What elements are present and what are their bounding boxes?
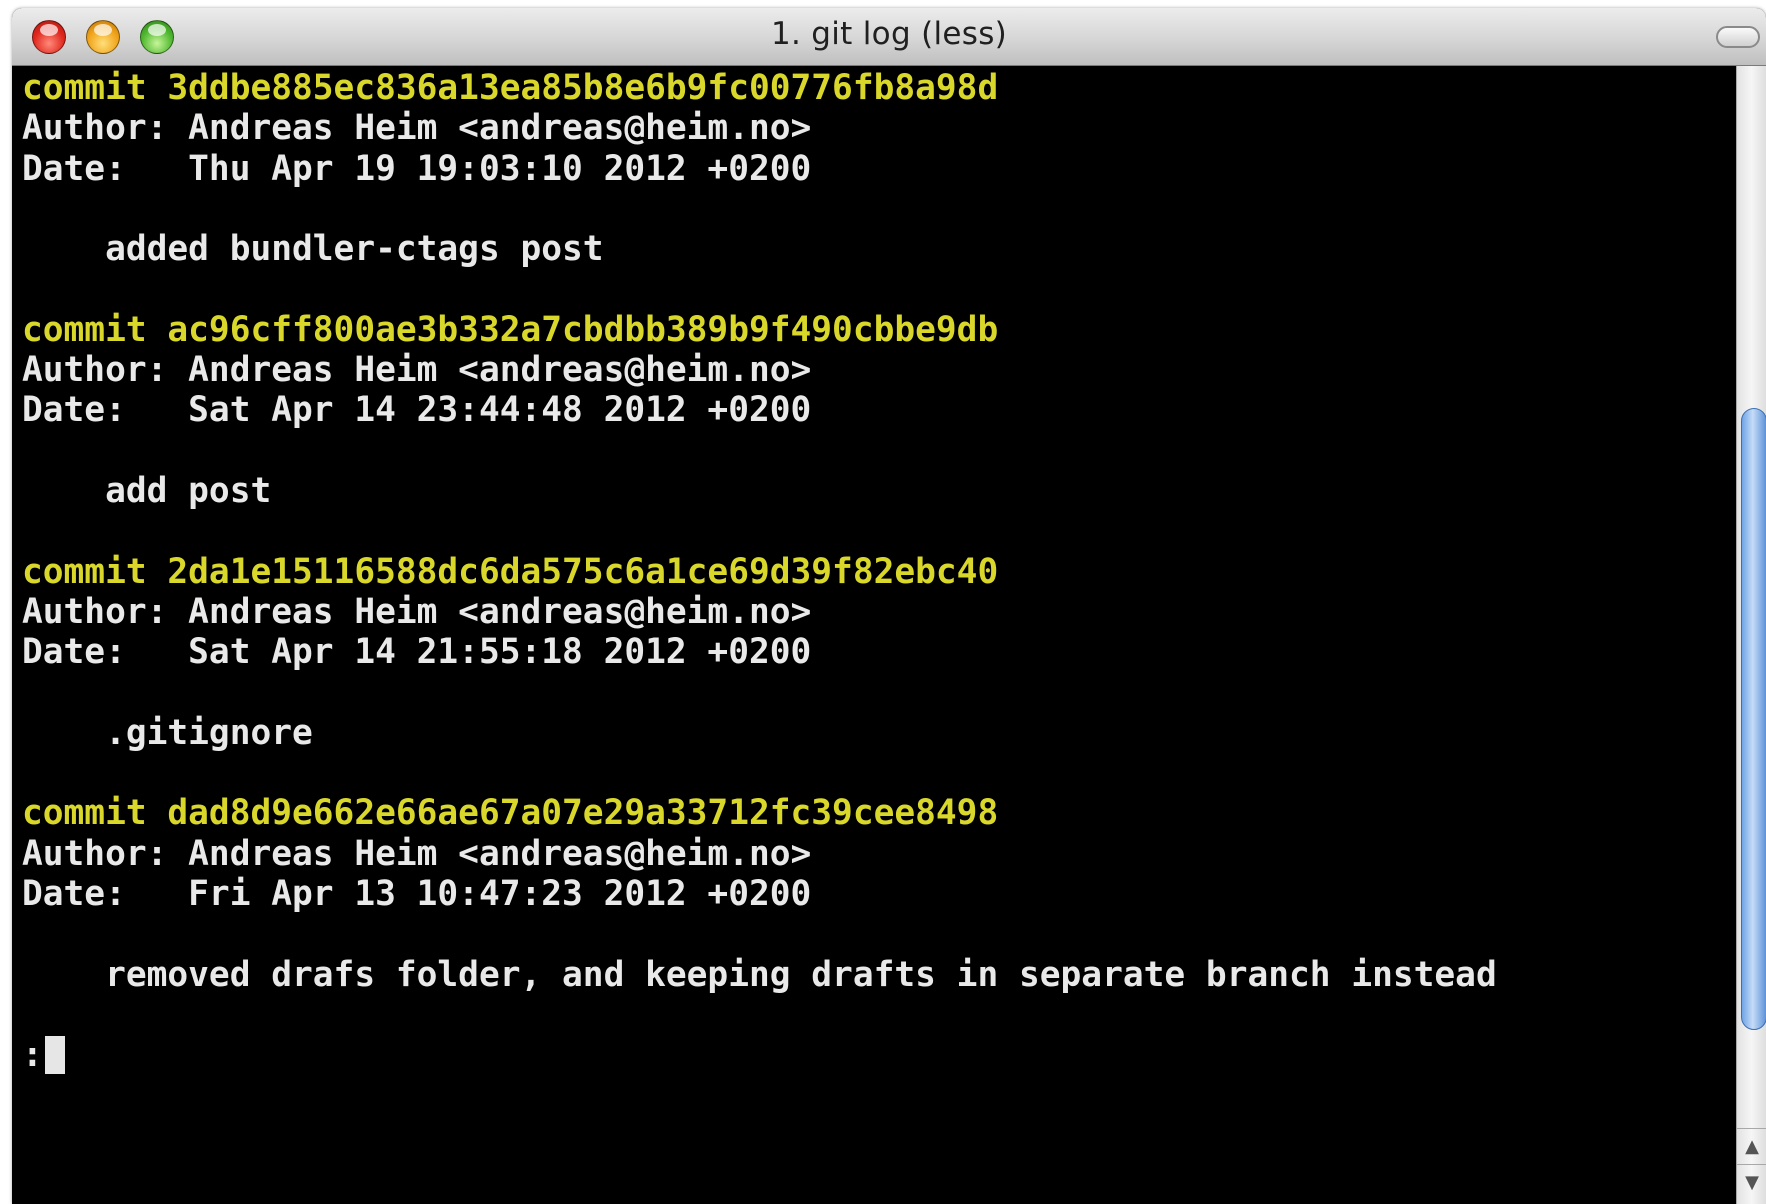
commit-message-line: added bundler-ctags post — [22, 229, 604, 270]
vertical-scrollbar[interactable]: ▲ ▼ — [1736, 66, 1766, 1204]
commit-message-line: add post — [22, 470, 272, 511]
scroll-up-arrow-icon[interactable]: ▲ — [1737, 1128, 1766, 1164]
less-prompt-line[interactable]: : — [22, 1035, 1736, 1075]
commit-hash-line: commit dad8d9e662e66ae67a07e29a33712fc39… — [22, 793, 999, 834]
scroll-down-arrow-icon[interactable]: ▼ — [1737, 1164, 1766, 1200]
commit-date-line: Date: Sat Apr 14 21:55:18 2012 +0200 — [22, 632, 812, 673]
commit-hash-line: commit 3ddbe885ec836a13ea85b8e6b9fc00776… — [22, 68, 999, 108]
less-prompt: : — [22, 1035, 43, 1076]
commit-author-line: Author: Andreas Heim <andreas@heim.no> — [22, 591, 812, 632]
window-title: 1. git log (less) — [770, 16, 1008, 52]
commit-author-line: Author: Andreas Heim <andreas@heim.no> — [22, 350, 812, 391]
commit-author-line: Author: Andreas Heim <andreas@heim.no> — [22, 108, 812, 149]
scrollbar-thumb[interactable] — [1741, 408, 1766, 1030]
commit-hash-line: commit ac96cff800ae3b332a7cbdbb389b9f490… — [22, 309, 999, 350]
terminal-window: 1. git log (less) commit 3ddbe885ec836a1… — [12, 8, 1766, 1204]
terminal-content[interactable]: commit 3ddbe885ec836a13ea85b8e6b9fc00776… — [12, 66, 1736, 1204]
commit-message-line: removed drafs folder, and keeping drafts… — [22, 954, 1497, 995]
commit-hash-line: commit 2da1e15116588dc6da575c6a1ce69d39f… — [22, 551, 999, 592]
text-cursor — [44, 1036, 65, 1075]
toolbar-toggle-icon[interactable] — [1716, 26, 1760, 48]
commit-author-line: Author: Andreas Heim <andreas@heim.no> — [22, 833, 812, 874]
title-bar[interactable]: 1. git log (less) — [12, 8, 1766, 66]
commit-date-line: Date: Sat Apr 14 23:44:48 2012 +0200 — [22, 390, 812, 431]
commit-date-line: Date: Fri Apr 13 10:47:23 2012 +0200 — [22, 873, 812, 914]
commit-message-line: .gitignore — [22, 712, 313, 753]
commit-date-line: Date: Thu Apr 19 19:03:10 2012 +0200 — [22, 148, 812, 189]
